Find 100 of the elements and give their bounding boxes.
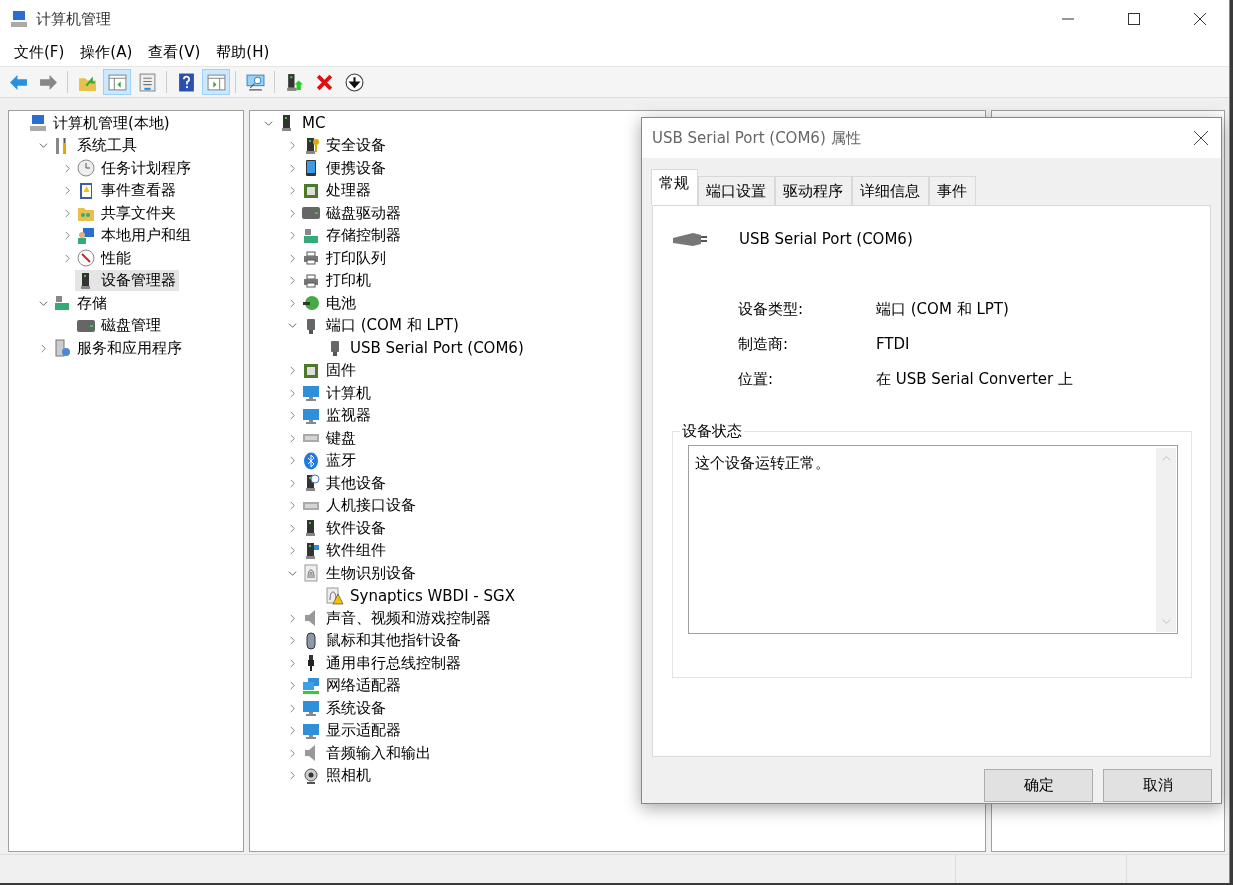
tree-item[interactable]: 人机接口设备 (300, 495, 419, 517)
chevron-right-icon[interactable] (287, 501, 297, 511)
tree-item[interactable]: 网络适配器 (300, 675, 404, 697)
tab[interactable]: 事件 (929, 176, 976, 205)
property-label: 设备类型: (738, 300, 805, 319)
chevron-right-icon[interactable] (62, 231, 72, 241)
chevron-right-icon[interactable] (287, 523, 297, 533)
tab[interactable]: 常规 (651, 169, 698, 205)
chevron-right-icon[interactable] (287, 681, 297, 691)
chevron-right-icon[interactable] (287, 658, 297, 668)
tree-item[interactable]: 打印队列 (300, 247, 389, 269)
chevron-right-icon[interactable] (287, 186, 297, 196)
chevron-right-icon[interactable] (287, 231, 297, 241)
delete-icon (314, 72, 334, 92)
monitor-icon (302, 699, 320, 718)
chevron-right-icon[interactable] (287, 433, 297, 443)
cancel-button[interactable]: 取消 (1103, 769, 1212, 802)
chevron-down-icon[interactable] (38, 298, 48, 308)
chevron-down-icon[interactable] (263, 118, 273, 128)
tree-item[interactable]: 本地用户和组 (75, 225, 194, 247)
chevron-right-icon[interactable] (287, 613, 297, 623)
chevron-down-icon[interactable] (287, 321, 297, 331)
chevron-right-icon[interactable] (287, 366, 297, 376)
chevron-right-icon[interactable] (287, 636, 297, 646)
chevron-right-icon[interactable] (287, 141, 297, 151)
chevron-right-icon[interactable] (287, 703, 297, 713)
tree-item[interactable]: 端口 (COM 和 LPT) (300, 315, 462, 337)
tree-item[interactable]: 服务和应用程序 (51, 337, 185, 359)
tree-item[interactable]: 系统设备 (300, 697, 389, 719)
tree-item[interactable]: 显示适配器 (300, 720, 404, 742)
menu-item[interactable]: 操作(A) (72, 39, 141, 65)
chevron-right-icon[interactable] (62, 253, 72, 263)
menu-item[interactable]: 查看(V) (140, 39, 209, 65)
property-label: 位置: (738, 370, 775, 389)
chevron-right-icon[interactable] (287, 163, 297, 173)
tree-item[interactable]: USB Serial Port (COM6) (324, 338, 527, 359)
property-value: FTDI (876, 335, 911, 354)
chevron-right-icon[interactable] (287, 388, 297, 398)
chevron-right-icon[interactable] (287, 456, 297, 466)
tree-item[interactable]: 存储控制器 (300, 225, 404, 247)
chevron-right-icon[interactable] (62, 186, 72, 196)
tree-item[interactable]: 照相机 (300, 765, 374, 787)
chevron-right-icon[interactable] (287, 276, 297, 286)
tree-item[interactable]: 便携设备 (300, 157, 389, 179)
tree-item[interactable]: 软件设备 (300, 517, 389, 539)
tree-item[interactable]: Synaptics WBDI - SGX (324, 585, 518, 606)
chevron-right-icon[interactable] (287, 411, 297, 421)
tree-item[interactable]: 通用串行总线控制器 (300, 652, 464, 674)
tree-item[interactable]: 计算机管理(本地) (27, 112, 173, 134)
chevron-down-icon[interactable] (287, 568, 297, 578)
tree-item[interactable]: 固件 (300, 360, 359, 382)
chevron-right-icon[interactable] (38, 343, 48, 353)
tree-item[interactable]: 共享文件夹 (75, 202, 179, 224)
tree-item[interactable]: 其他设备 (300, 472, 389, 494)
tree-item[interactable]: 磁盘驱动器 (300, 202, 404, 224)
scrollbar[interactable] (1156, 448, 1176, 632)
scroll-up-icon (1161, 454, 1171, 463)
monitor-search-icon (245, 72, 265, 92)
tree-item[interactable]: 事件查看器 (75, 180, 179, 202)
menu-item[interactable]: 帮助(H) (208, 39, 278, 65)
tree-item[interactable]: 任务计划程序 (75, 157, 194, 179)
tree-item[interactable]: 性能 (75, 247, 134, 269)
tree-item[interactable]: 计算机 (300, 382, 374, 404)
tree-item[interactable]: 键盘 (300, 427, 359, 449)
tab[interactable]: 端口设置 (698, 176, 775, 205)
tree-item[interactable]: 打印机 (300, 270, 374, 292)
chevron-right-icon[interactable] (62, 208, 72, 218)
status-text-field[interactable]: 这个设备运转正常。 (688, 445, 1178, 634)
chevron-right-icon[interactable] (287, 208, 297, 218)
menu-item[interactable]: 文件(F) (6, 39, 73, 65)
tree-item[interactable]: 设备管理器 (75, 270, 179, 292)
ok-button[interactable]: 确定 (984, 769, 1093, 802)
chevron-right-icon[interactable] (287, 546, 297, 556)
tree-item[interactable]: 磁盘管理 (75, 315, 164, 337)
tree-item[interactable]: 软件组件 (300, 540, 389, 562)
chevron-right-icon[interactable] (287, 298, 297, 308)
tree-item[interactable]: 安全设备 (300, 135, 389, 157)
tree-item[interactable]: 声音、视频和游戏控制器 (300, 607, 494, 629)
tree-item[interactable]: MC (276, 113, 329, 134)
fingerprint-warning-icon (326, 586, 344, 605)
tab[interactable]: 详细信息 (852, 176, 929, 205)
chevron-right-icon[interactable] (287, 253, 297, 263)
monitor-icon (302, 721, 320, 740)
tree-item[interactable]: 蓝牙 (300, 450, 359, 472)
chevron-right-icon[interactable] (287, 748, 297, 758)
tab[interactable]: 驱动程序 (775, 176, 852, 205)
tree-item[interactable]: 存储 (51, 292, 110, 314)
chevron-down-icon[interactable] (38, 141, 48, 151)
tree-item[interactable]: 处理器 (300, 180, 374, 202)
chevron-right-icon[interactable] (287, 771, 297, 781)
tree-item[interactable]: 鼠标和其他指针设备 (300, 630, 464, 652)
tree-item[interactable]: 电池 (300, 292, 359, 314)
tree-item[interactable]: 音频输入和输出 (300, 742, 434, 764)
chevron-right-icon[interactable] (287, 478, 297, 488)
tree-item[interactable]: 系统工具 (51, 135, 140, 157)
chevron-right-icon[interactable] (287, 726, 297, 736)
bluetooth-icon (302, 451, 320, 470)
tree-item[interactable]: 生物识别设备 (300, 562, 419, 584)
chevron-right-icon[interactable] (62, 163, 72, 173)
tree-item[interactable]: 监视器 (300, 405, 374, 427)
